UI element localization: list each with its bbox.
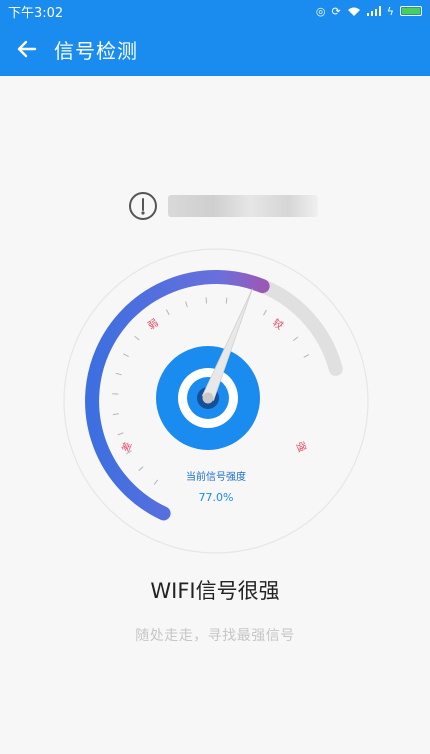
page-title: 信号检测 — [54, 38, 138, 63]
gauge-caption: 当前信号强度 — [186, 470, 246, 483]
battery-icon — [400, 6, 422, 16]
charging-icon: ϟ — [386, 4, 394, 18]
gauge-needle-pivot — [202, 392, 214, 404]
gauge-label-fair: 较 — [270, 316, 286, 332]
wifi-icon — [347, 7, 360, 16]
result-hint: 随处走走，寻找最强信号 — [135, 628, 295, 644]
gauge-tick — [138, 466, 144, 471]
network-name — [168, 195, 318, 217]
gauge-tick — [263, 309, 267, 316]
signal-info-icon — [129, 192, 157, 220]
arrow-left-icon — [17, 40, 37, 58]
result-title: WIFI信号很强 — [150, 579, 280, 603]
gauge-tick — [117, 432, 124, 436]
back-button[interactable] — [0, 22, 54, 76]
status-bar: 下午3:02 ◎ ⟳ ϟ — [0, 0, 430, 22]
gauge-tick — [115, 372, 122, 376]
gauge-tick — [165, 309, 170, 316]
status-time: 下午3:02 — [8, 5, 64, 21]
gauge-tick — [205, 297, 208, 304]
gauge-tick — [292, 336, 299, 342]
gauge-tick — [225, 297, 228, 304]
gauge-tick — [134, 335, 140, 341]
gauge-tick — [112, 413, 119, 416]
gauge-tick — [303, 354, 310, 358]
alarm-icon: ◎ — [315, 4, 326, 18]
gauge-label-strong: 强 — [293, 440, 308, 454]
sync-icon: ⟳ — [331, 4, 341, 18]
app-bar: 信号检测 — [0, 22, 430, 76]
signal-icon — [366, 6, 381, 16]
gauge-tick — [185, 301, 188, 308]
gauge-tick — [153, 479, 159, 485]
gauge-label-weak: 弱 — [146, 317, 161, 333]
battery-level — [402, 8, 420, 14]
signal-gauge: 差 弱 较 强 当前信号强度 77.0% — [63, 248, 369, 554]
network-row — [128, 190, 318, 222]
status-icons: ◎ ⟳ ϟ — [316, 5, 422, 18]
gauge-label-poor: 差 — [119, 440, 135, 454]
gauge-tick — [123, 353, 129, 357]
gauge-value: 77.0% — [199, 491, 234, 504]
